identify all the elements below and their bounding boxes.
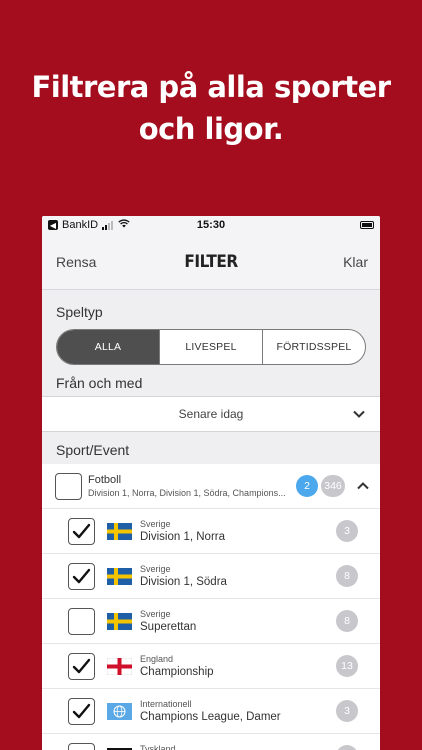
league-row[interactable]: Sverige Division 1, Norra 3 — [42, 509, 380, 554]
league-row[interactable]: Tyskland Bundesliga 10 — [42, 734, 380, 750]
done-button[interactable]: Klar — [343, 254, 368, 270]
league-row[interactable]: Sverige Division 1, Södra 8 — [42, 554, 380, 599]
game-type-segmented-control: ALLA LIVESPEL FÖRTIDSSPEL — [56, 329, 366, 365]
league-count-badge: 3 — [336, 700, 358, 722]
league-country: Sverige — [140, 518, 171, 529]
league-country: England — [140, 653, 174, 664]
league-count-badge: 8 — [336, 565, 358, 587]
checkmark-icon — [72, 568, 91, 583]
checkmark-icon — [72, 523, 91, 538]
sport-event-label: Sport/Event — [56, 442, 130, 458]
league-count-badge: 13 — [336, 655, 358, 677]
league-row[interactable]: Internationell Champions League, Damer 3 — [42, 689, 380, 734]
game-type-label: Speltyp — [56, 304, 103, 320]
sport-row-football[interactable]: Fotboll Division 1, Norra, Division 1, S… — [42, 464, 380, 509]
league-name: Superettan — [140, 620, 197, 633]
total-count-badge: 346 — [321, 475, 345, 497]
league-count-badge: 3 — [336, 520, 358, 542]
checkmark-icon — [72, 703, 91, 718]
league-country: Sverige — [140, 608, 171, 619]
selected-count-badge: 2 — [296, 475, 318, 497]
league-country: Internationell — [140, 698, 192, 709]
league-name: Division 1, Södra — [140, 575, 227, 588]
chevron-down-icon — [353, 410, 365, 418]
sweden-flag-icon — [107, 567, 132, 585]
league-checkbox[interactable] — [68, 652, 95, 680]
sport-title: Fotboll — [88, 474, 122, 486]
england-flag-icon — [106, 657, 133, 675]
segment-all[interactable]: ALLA — [57, 330, 159, 364]
from-dropdown-value: Senare idag — [178, 407, 244, 421]
league-name: Championship — [140, 665, 214, 678]
from-dropdown[interactable]: Senare idag — [42, 396, 380, 432]
phone-screen: ◀ BankID 15:30 Rensa FILTER Klar Speltyp… — [42, 216, 380, 750]
checkmark-icon — [72, 658, 91, 673]
status-carrier[interactable]: BankID — [62, 219, 98, 231]
league-checkbox[interactable] — [68, 517, 95, 545]
sweden-flag-icon — [107, 612, 132, 630]
back-to-app-icon[interactable]: ◀ — [48, 220, 58, 230]
nav-bar: Rensa FILTER Klar — [42, 234, 380, 290]
headline-line-2: och ligor. — [138, 112, 284, 146]
promo-headline: Filtrera på alla sporter och ligor. — [0, 66, 422, 150]
league-name: Division 1, Norra — [140, 530, 225, 543]
league-checkbox[interactable] — [68, 607, 95, 635]
wifi-icon — [118, 219, 130, 231]
signal-icon — [102, 220, 114, 230]
segment-prematch[interactable]: FÖRTIDSSPEL — [262, 330, 365, 364]
chevron-up-icon[interactable] — [356, 479, 370, 493]
league-count-badge: 8 — [336, 610, 358, 632]
battery-icon — [360, 221, 374, 229]
league-count-badge: 10 — [336, 745, 358, 750]
sweden-flag-icon — [107, 522, 132, 540]
clear-button[interactable]: Rensa — [56, 254, 96, 270]
sport-subtitle: Division 1, Norra, Division 1, Södra, Ch… — [88, 488, 286, 498]
league-row[interactable]: Sverige Superettan 8 — [42, 599, 380, 644]
status-bar: ◀ BankID 15:30 — [42, 216, 380, 234]
league-checkbox[interactable] — [68, 742, 95, 750]
league-name: Champions League, Damer — [140, 710, 281, 723]
league-country: Tyskland — [140, 743, 176, 750]
football-checkbox[interactable] — [55, 472, 82, 500]
page-title: FILTER — [184, 251, 238, 272]
league-checkbox[interactable] — [68, 697, 95, 725]
league-row[interactable]: England Championship 13 — [42, 644, 380, 689]
globe-flag-icon — [107, 702, 132, 720]
league-country: Sverige — [140, 563, 171, 574]
sport-list: Fotboll Division 1, Norra, Division 1, S… — [42, 464, 380, 750]
from-label: Från och med — [56, 375, 143, 391]
segment-live[interactable]: LIVESPEL — [159, 330, 262, 364]
league-checkbox[interactable] — [68, 562, 95, 590]
headline-line-1: Filtrera på alla sporter — [31, 70, 391, 104]
